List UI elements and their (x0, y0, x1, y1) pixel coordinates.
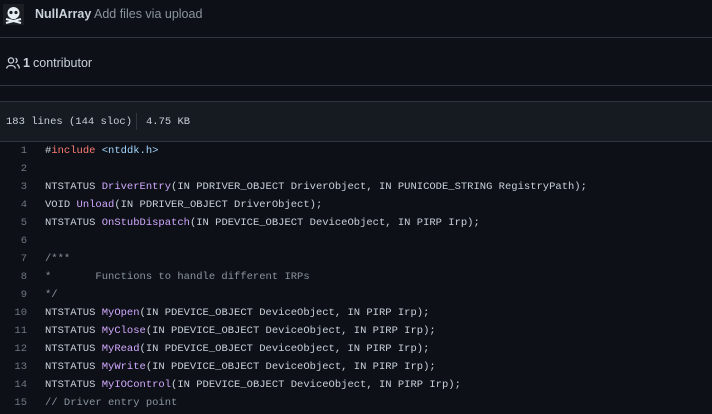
line-number[interactable]: 12 (0, 340, 27, 358)
code-line: 5 NTSTATUS OnStubDispatch(IN PDEVICE_OBJE… (0, 214, 712, 232)
line-number[interactable]: 5 (0, 214, 27, 232)
code-token: (IN PDEVICE_OBJECT DeviceObject, IN PIRP… (139, 343, 430, 355)
code-token: NTSTATUS (45, 181, 102, 193)
code-line: 8 * Functions to handle different IRPs (0, 268, 712, 286)
code-line: 2 (0, 160, 712, 178)
code-token: NTSTATUS (45, 217, 102, 229)
code-line: 1 #include <ntddk.h> (0, 142, 712, 160)
code-text: NTSTATUS OnStubDispatch(IN PDEVICE_OBJEC… (45, 214, 480, 232)
code-token: Unload (76, 199, 115, 211)
line-number[interactable]: 2 (0, 160, 27, 178)
code-line: 10 NTSTATUS MyOpen(IN PDEVICE_OBJECT Devi… (0, 304, 712, 322)
code-text: NTSTATUS MyRead(IN PDEVICE_OBJECT Device… (45, 340, 429, 358)
code-token: * Functions to handle different IRPs (45, 271, 310, 283)
code-text: VOID Unload(IN PDRIVER_OBJECT DriverObje… (45, 196, 322, 214)
code-token: include (51, 145, 96, 157)
code-line: 13 NTSTATUS MyWrite(IN PDEVICE_OBJECT Dev… (0, 358, 712, 376)
code-token: MyRead (101, 343, 140, 355)
code-token: (IN PDEVICE_OBJECT DeviceObject, IN PIRP… (145, 361, 436, 373)
commit-author-link[interactable]: NullArray (35, 7, 91, 21)
line-number[interactable]: 10 (0, 304, 27, 322)
file-info-divider (136, 113, 137, 130)
code-line: 3 NTSTATUS DriverEntry(IN PDRIVER_OBJECT … (0, 178, 712, 196)
code-line: 12 NTSTATUS MyRead(IN PDEVICE_OBJECT Devi… (0, 340, 712, 358)
code-token: */ (45, 289, 58, 301)
line-number[interactable]: 7 (0, 250, 27, 268)
code-token: MyIOControl (101, 379, 172, 391)
code-token: NTSTATUS (45, 343, 102, 355)
contributor-label[interactable]: contributor (33, 56, 92, 70)
line-number[interactable]: 13 (0, 358, 27, 376)
code-token: NTSTATUS (45, 361, 102, 373)
code-line: 7 /*** (0, 250, 712, 268)
file-info-header: 183 lines (144 sloc) 4.75 KB (0, 101, 712, 142)
line-number[interactable]: 3 (0, 178, 27, 196)
code-token: NTSTATUS (45, 307, 102, 319)
code-token: MyOpen (101, 307, 140, 319)
line-number[interactable]: 1 (0, 142, 27, 160)
code-text: NTSTATUS MyIOControl(IN PDEVICE_OBJECT D… (45, 376, 461, 394)
file-size: 4.75 KB (146, 116, 191, 128)
people-icon (6, 57, 20, 69)
code-token: (IN PDRIVER_OBJECT DriverObject); (114, 199, 323, 211)
code-line: 11 NTSTATUS MyClose(IN PDEVICE_OBJECT Dev… (0, 322, 712, 340)
line-number[interactable]: 9 (0, 286, 27, 304)
code-token: (IN PDEVICE_OBJECT DeviceObject, IN PIRP… (171, 379, 461, 391)
line-number[interactable]: 4 (0, 196, 27, 214)
code-token: (IN PDEVICE_OBJECT DeviceObject, IN PIRP… (189, 217, 480, 229)
code-token: (IN PDRIVER_OBJECT DriverObject, IN PUNI… (171, 181, 587, 193)
code-token: (IN PDEVICE_OBJECT DeviceObject, IN PIRP… (139, 307, 430, 319)
contributor-count[interactable]: 1 (23, 56, 30, 70)
code-text: */ (45, 286, 58, 304)
code-token: OnStubDispatch (101, 217, 190, 229)
line-number[interactable]: 14 (0, 376, 27, 394)
code-text: #include <ntddk.h> (45, 142, 158, 160)
line-number[interactable]: 6 (0, 232, 27, 250)
code-line: 9 */ (0, 286, 712, 304)
code-token: DriverEntry (101, 181, 172, 193)
line-number[interactable]: 11 (0, 322, 27, 340)
line-number[interactable]: 15 (0, 394, 27, 412)
latest-commit-bar: NullArray Add files via upload (0, 0, 712, 38)
file-line-count: 183 lines (144 sloc) (6, 116, 133, 128)
code-token: VOID (45, 199, 77, 211)
avatar[interactable] (3, 4, 24, 25)
code-line: 4 VOID Unload(IN PDRIVER_OBJECT DriverObj… (0, 196, 712, 214)
code-token: // Driver entry point (45, 397, 178, 409)
code-token: NTSTATUS (45, 325, 102, 337)
code-token: /*** (45, 253, 71, 265)
commit-message-link[interactable]: Add files via upload (94, 7, 202, 21)
line-number[interactable]: 8 (0, 268, 27, 286)
code-token: (IN PDEVICE_OBJECT DeviceObject, IN PIRP… (145, 325, 436, 337)
code-text: // Driver entry point (45, 394, 177, 412)
code-token: MyWrite (101, 361, 146, 373)
code-text: NTSTATUS MyClose(IN PDEVICE_OBJECT Devic… (45, 322, 436, 340)
code-token: MyClose (101, 325, 146, 337)
code-token: <ntddk.h> (101, 145, 159, 157)
code-text: NTSTATUS DriverEntry(IN PDRIVER_OBJECT D… (45, 178, 587, 196)
code-text: * Functions to handle different IRPs (45, 268, 310, 286)
code-text: NTSTATUS MyOpen(IN PDEVICE_OBJECT Device… (45, 304, 429, 322)
skull-crossbones-icon (5, 7, 22, 24)
code-token: NTSTATUS (45, 379, 102, 391)
code-line: 15 // Driver entry point (0, 394, 712, 412)
contributors-bar: 1 contributor (0, 38, 712, 86)
code-text: /*** (45, 250, 70, 268)
code-line: 6 (0, 232, 712, 250)
code-text: NTSTATUS MyWrite(IN PDEVICE_OBJECT Devic… (45, 358, 436, 376)
code-line: 14 NTSTATUS MyIOControl(IN PDEVICE_OBJECT… (0, 376, 712, 394)
